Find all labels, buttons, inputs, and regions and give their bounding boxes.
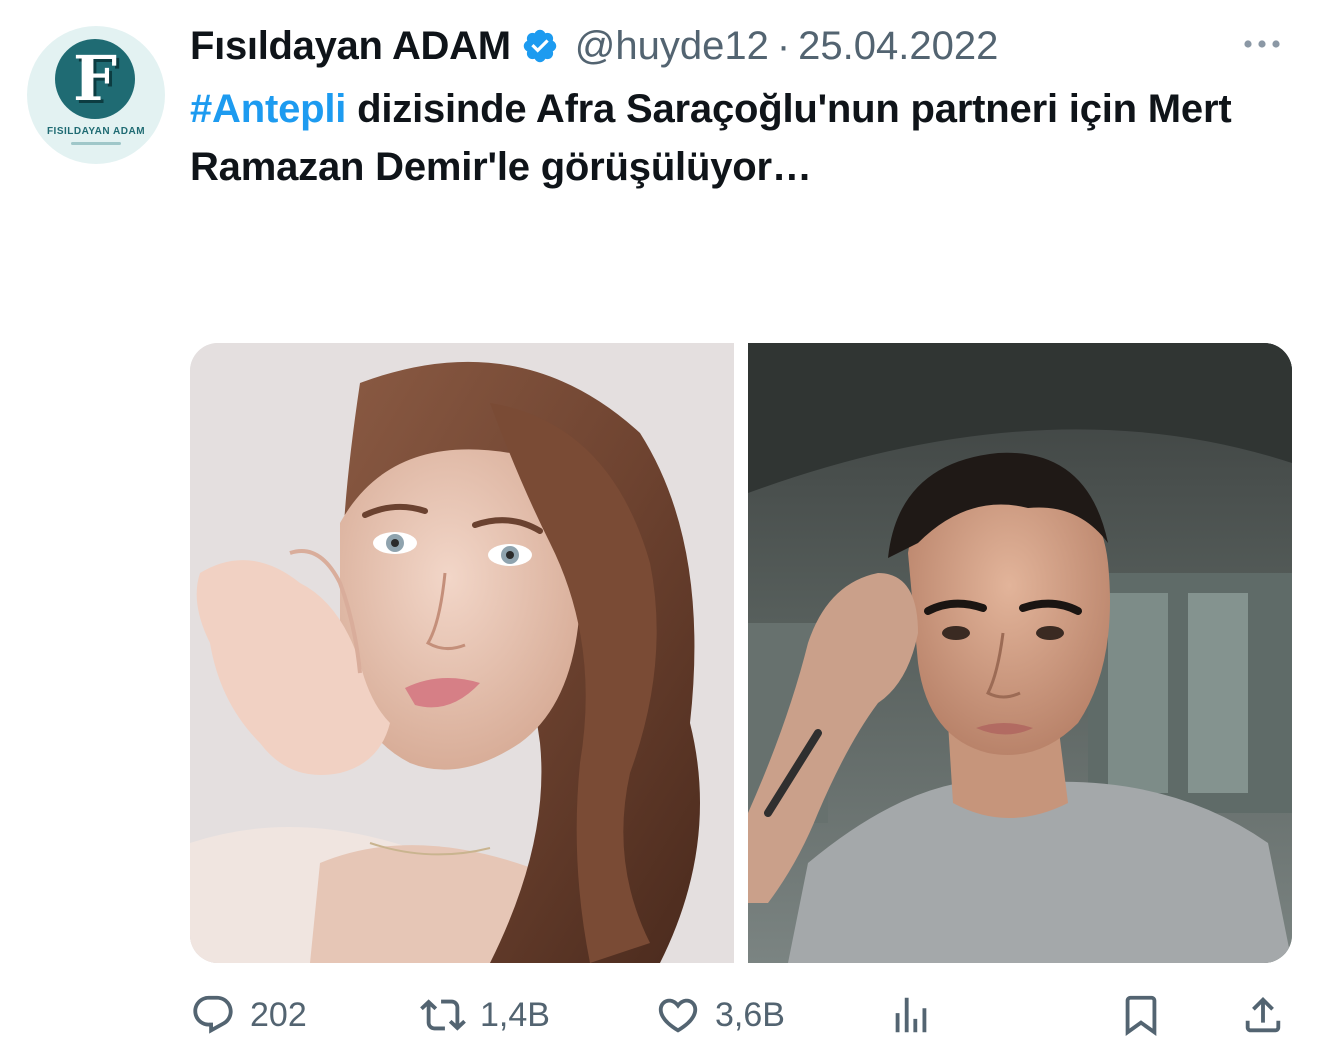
tweet-body: dizisinde Afra Saraçoğlu'nun partneri iç… (190, 87, 1232, 189)
avatar-logo-letter: F (72, 42, 118, 115)
hashtag-link[interactable]: #Antepli (190, 87, 346, 131)
media-image-1[interactable] (190, 343, 734, 963)
media-grid (190, 343, 1292, 963)
views-icon (895, 997, 927, 1033)
reply-count: 202 (250, 995, 307, 1034)
avatar-logo: F (55, 39, 135, 119)
views-button[interactable] (888, 990, 934, 1040)
tweet-actions: 202 1,4B 3,6B (190, 990, 1300, 1040)
more-icon[interactable] (1232, 22, 1292, 66)
avatar-logo-text: FISILDAYAN ADAM (46, 126, 146, 137)
woman-portrait-illustration (190, 343, 734, 963)
share-button[interactable] (1240, 990, 1286, 1040)
separator-dot: · (776, 23, 791, 68)
tweet: F FISILDAYAN ADAM Fısıldayan ADAM @huyde… (0, 0, 1320, 1057)
tweet-text: #Antepli dizisinde Afra Saraçoğlu'nun pa… (190, 80, 1300, 196)
retweet-icon (420, 999, 466, 1031)
retweet-button[interactable]: 1,4B (420, 990, 550, 1040)
avatar[interactable]: F FISILDAYAN ADAM (27, 26, 165, 164)
bookmark-icon (1125, 995, 1157, 1036)
bookmark-button[interactable] (1118, 990, 1164, 1040)
tweet-header: Fısıldayan ADAM @huyde12 · 25.04.2022 (190, 18, 998, 74)
reply-button[interactable]: 202 (190, 990, 307, 1040)
media-image-2[interactable] (748, 343, 1292, 963)
tweet-date[interactable]: 25.04.2022 (798, 24, 998, 69)
author-handle[interactable]: @huyde12 (575, 24, 769, 69)
like-icon (658, 998, 698, 1033)
man-selfie-illustration (748, 343, 1292, 963)
avatar-logo-underline (71, 142, 121, 145)
like-button[interactable]: 3,6B (655, 990, 785, 1040)
verified-badge-icon (523, 29, 556, 63)
like-count: 3,6B (715, 995, 785, 1034)
retweet-count: 1,4B (480, 995, 550, 1034)
share-icon (1245, 996, 1281, 1033)
author-display-name[interactable]: Fısıldayan ADAM (190, 24, 511, 69)
reply-icon (193, 995, 233, 1034)
